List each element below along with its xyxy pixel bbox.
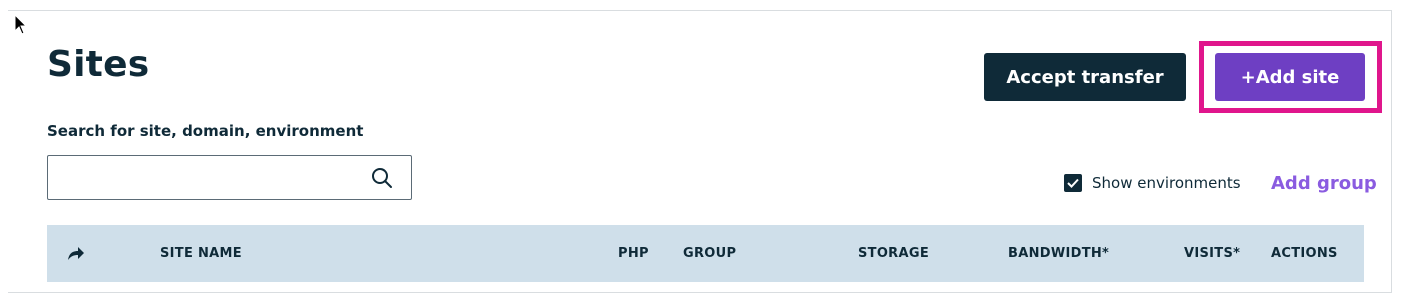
column-bandwidth[interactable]: BANDWIDTH* — [1008, 225, 1109, 282]
accept-transfer-button[interactable]: Accept transfer — [984, 53, 1186, 101]
column-storage[interactable]: STORAGE — [858, 225, 929, 282]
column-group[interactable]: GROUP — [683, 225, 736, 282]
show-environments-checkbox[interactable] — [1064, 174, 1082, 192]
mouse-cursor-icon — [14, 14, 28, 35]
show-environments-toggle[interactable]: Show environments — [1064, 174, 1241, 192]
checkmark-icon — [1067, 178, 1079, 188]
column-visits[interactable]: VISITS* — [1184, 225, 1240, 282]
search-label: Search for site, domain, environment — [47, 122, 364, 140]
add-site-button[interactable]: +Add site — [1215, 53, 1365, 101]
search-field — [47, 155, 412, 200]
column-php[interactable]: PHP — [618, 225, 649, 282]
table-header: SITE NAME PHP GROUP STORAGE BANDWIDTH* V… — [47, 225, 1364, 282]
show-environments-label: Show environments — [1092, 174, 1241, 192]
search-input[interactable] — [58, 156, 362, 198]
share-arrow-icon[interactable] — [66, 244, 86, 262]
search-icon[interactable] — [371, 167, 393, 189]
page-title: Sites — [47, 44, 150, 85]
column-actions: ACTIONS — [1271, 246, 1338, 261]
column-site-name[interactable]: SITE NAME — [160, 225, 242, 282]
add-group-link[interactable]: Add group — [1271, 173, 1377, 194]
